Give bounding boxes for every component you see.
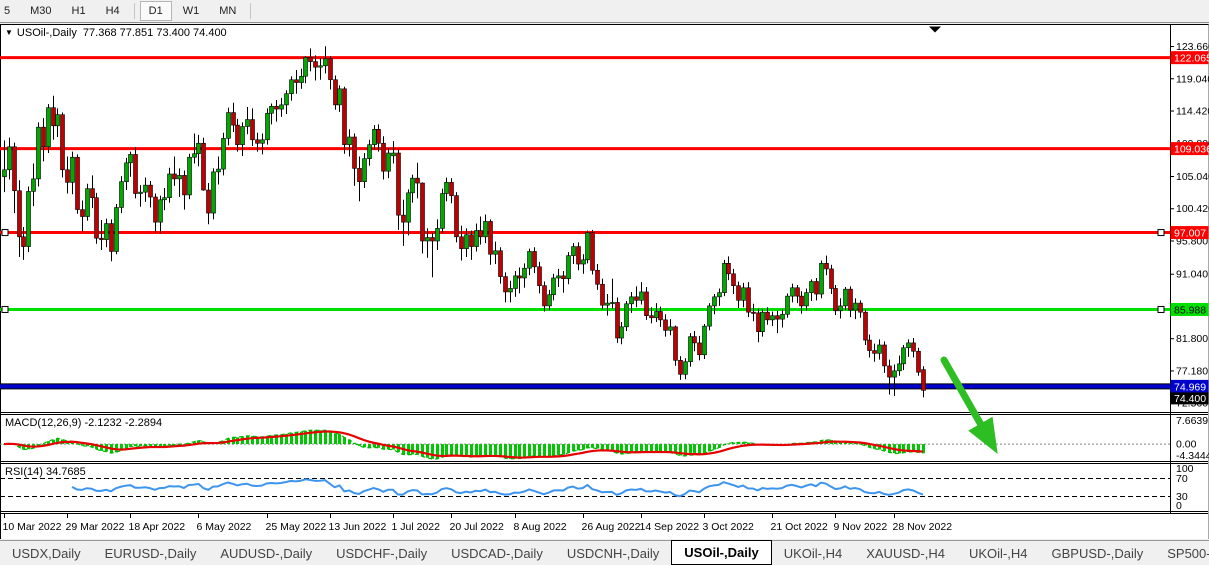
svg-text:28 Nov 2022: 28 Nov 2022 (893, 521, 953, 533)
svg-text:70: 70 (1176, 473, 1188, 485)
svg-text:123.660: 123.660 (1176, 41, 1209, 53)
svg-text:100.420: 100.420 (1176, 203, 1209, 215)
symbol-tab-ukoil-h4[interactable]: UKOil-,H4 (957, 541, 1040, 565)
timeframe-button-m30[interactable]: M30 (21, 1, 60, 21)
horizontal-price-lines[interactable] (0, 58, 1170, 387)
symbol-tab-bar: USDX,DailyEURUSD-,DailyAUDUSD-,DailyUSDC… (0, 540, 1209, 565)
chart-title-text: USOil-,Daily 77.368 77.851 73.400 74.400 (17, 27, 227, 39)
svg-text:8 Aug 2022: 8 Aug 2022 (514, 521, 567, 533)
trading-terminal-window: 5M30H1H4 D1W1MN 123.660 119.040 114.420 109.… (0, 0, 1209, 565)
svg-text:20 Jul 2022: 20 Jul 2022 (450, 521, 504, 533)
svg-text:29 Mar 2022: 29 Mar 2022 (66, 521, 125, 533)
svg-text:109.800: 109.800 (1176, 138, 1209, 150)
chart-canvas[interactable]: 123.660 119.040 114.420 109.800 105.040 100.4… (0, 0, 1209, 565)
svg-text:105.040: 105.040 (1176, 171, 1209, 183)
down-trend-arrow[interactable] (944, 360, 988, 437)
line-drag-handle[interactable] (1158, 230, 1164, 236)
rsi-panel (0, 479, 1170, 497)
line-drag-handle[interactable] (2, 306, 8, 312)
svg-text:7.6639: 7.6639 (1176, 415, 1208, 427)
rsi-axis: 10070 300 (1176, 463, 1194, 512)
svg-text:3 Oct 2022: 3 Oct 2022 (703, 521, 755, 533)
svg-text:26 Aug 2022: 26 Aug 2022 (582, 521, 641, 533)
symbol-tab-gbpusd-daily[interactable]: GBPUSD-,Daily (1039, 541, 1155, 565)
symbol-tab-usoil-daily[interactable]: USOil-,Daily (671, 540, 771, 565)
timeframe-button-mn[interactable]: MN (210, 1, 245, 21)
symbol-tab-ukoil-h4[interactable]: UKOil-,H4 (772, 541, 855, 565)
svg-text:91.040: 91.040 (1176, 269, 1208, 281)
svg-text:85.988: 85.988 (1174, 304, 1206, 316)
timeframe-button-d1[interactable]: D1 (140, 1, 172, 21)
chart-background (0, 25, 1209, 539)
line-drag-handle[interactable] (1158, 306, 1164, 312)
svg-text:6 May 2022: 6 May 2022 (197, 521, 252, 533)
symbol-tab-sp500-h4[interactable]: SP500-,H4 (1155, 541, 1209, 565)
svg-text:77.180: 77.180 (1176, 365, 1208, 377)
svg-text:97.007: 97.007 (1174, 228, 1206, 240)
svg-text:95.800: 95.800 (1176, 235, 1208, 247)
svg-text:72.560: 72.560 (1176, 398, 1208, 410)
toolbar-separator (250, 3, 251, 19)
svg-text:14 Sep 2022: 14 Sep 2022 (640, 521, 700, 533)
symbol-tab-usdx-daily[interactable]: USDX,Daily (0, 541, 93, 565)
rsi-indicator-label: RSI(14) 34.7685 (5, 466, 86, 478)
chart-frame (0, 25, 1209, 540)
svg-text:114.420: 114.420 (1176, 106, 1209, 118)
svg-text:74.400: 74.400 (1174, 393, 1206, 405)
timeframe-button-w1[interactable]: W1 (174, 1, 209, 21)
timeframe-button-5[interactable]: 5 (0, 1, 19, 21)
svg-text:122.065: 122.065 (1174, 53, 1209, 65)
svg-text:-4.3444: -4.3444 (1176, 450, 1209, 462)
svg-text:74.969: 74.969 (1174, 381, 1206, 393)
timeframe-toolbar: 5M30H1H4 D1W1MN (0, 0, 1209, 23)
current-price-badge (1171, 392, 1209, 404)
svg-text:100: 100 (1176, 463, 1194, 475)
timeframe-button-h1[interactable]: H1 (63, 1, 95, 21)
timeframe-button-h4[interactable]: H4 (97, 1, 129, 21)
symbol-tab-usdcnh-daily[interactable]: USDCNH-,Daily (555, 541, 671, 565)
svg-text:9 Nov 2022: 9 Nov 2022 (834, 521, 888, 533)
svg-text:18 Apr 2022: 18 Apr 2022 (129, 521, 186, 533)
chart-menu-icon[interactable]: ▼ (5, 28, 13, 37)
symbol-tab-eurusd-daily[interactable]: EURUSD-,Daily (93, 541, 209, 565)
svg-text:30: 30 (1176, 491, 1188, 503)
macd-panel (0, 430, 1170, 459)
svg-text:13 Jun 2022: 13 Jun 2022 (329, 521, 387, 533)
svg-text:21 Oct 2022: 21 Oct 2022 (771, 521, 828, 533)
svg-text:119.040: 119.040 (1176, 73, 1209, 85)
symbol-tab-usdcad-daily[interactable]: USDCAD-,Daily (439, 541, 555, 565)
svg-text:0: 0 (1176, 500, 1182, 512)
svg-text:0.00: 0.00 (1176, 439, 1197, 451)
time-axis: 10 Mar 2022 29 Mar 2022 18 Apr 2022 6 May 2… (3, 514, 953, 533)
symbol-tab-usdchf-daily[interactable]: USDCHF-,Daily (324, 541, 439, 565)
price-axis: 123.660 119.040 114.420 109.800 105.040 100.4… (1170, 41, 1209, 410)
svg-text:109.036: 109.036 (1174, 144, 1209, 156)
line-drag-handle[interactable] (2, 230, 8, 236)
svg-text:10 Mar 2022: 10 Mar 2022 (3, 521, 62, 533)
svg-text:25 May 2022: 25 May 2022 (266, 521, 327, 533)
candlestick-series (3, 46, 926, 397)
symbol-tab-audusd-daily[interactable]: AUDUSD-,Daily (208, 541, 324, 565)
symbol-tab-xauusd-h4[interactable]: XAUUSD-,H4 (854, 541, 957, 565)
svg-text:86.420: 86.420 (1176, 301, 1208, 313)
macd-axis: 7.6639 0.00-4.3444 (1176, 415, 1209, 462)
macd-indicator-label: MACD(12,26,9) -2.1232 -2.2894 (5, 417, 162, 429)
scroll-position-marker-icon (929, 27, 941, 33)
price-line-badges: 122.065 109.036 97.007 85.988 74.96974.400 (1171, 51, 1209, 405)
chart-title: ▼ USOil-,Daily 77.368 77.851 73.400 74.40… (5, 27, 227, 39)
svg-text:1 Jul 2022: 1 Jul 2022 (392, 521, 441, 533)
svg-text:81.800: 81.800 (1176, 333, 1208, 345)
toolbar-separator (134, 3, 135, 19)
